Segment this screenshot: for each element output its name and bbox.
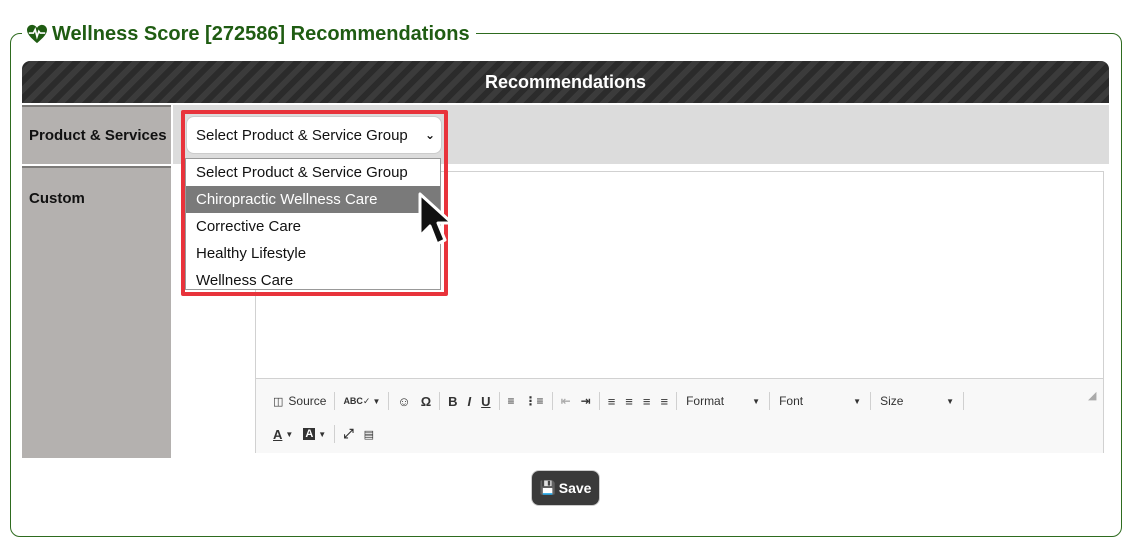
align-center-button[interactable]: ≡	[620, 391, 638, 411]
dropdown-arrow-icon: ▼	[285, 429, 294, 439]
special-char-button[interactable]: Ω	[416, 391, 436, 411]
product-services-label-cell: Product & Services	[22, 105, 171, 164]
toolbar-separator	[676, 392, 678, 410]
numbered-list-button[interactable]: ≡	[503, 391, 520, 411]
numbered-list-icon: ≡	[507, 394, 515, 408]
spellcheck-button[interactable]: ABC✓ ▼	[338, 391, 385, 411]
floppy-disk-icon: 💾	[539, 480, 556, 495]
toolbar-separator	[769, 392, 771, 410]
text-color-icon: A	[273, 426, 283, 442]
heartbeat-icon	[27, 24, 47, 44]
align-right-button[interactable]: ≡	[638, 391, 656, 411]
product-services-label: Product & Services	[29, 127, 167, 144]
toolbar-row-1: ◫ Source ABC✓ ▼ ☺ Ω B I U ≡ ⋮≡ ⇤ ⇥ ≡ ≡ ≡ …	[268, 391, 967, 411]
option-corrective-care[interactable]: Corrective Care	[186, 213, 440, 240]
resize-grip-icon[interactable]: ◢	[1088, 389, 1100, 402]
fieldset-legend: Wellness Score [272586] Recommendations	[22, 20, 476, 48]
toolbar-separator	[334, 392, 336, 410]
italic-button[interactable]: I	[463, 391, 477, 411]
size-label: Size	[880, 394, 904, 408]
dropdown-arrow-icon: ▼	[946, 396, 955, 406]
option-chiropractic-wellness-care[interactable]: Chiropractic Wellness Care	[186, 186, 440, 213]
indent-button[interactable]: ⇥	[576, 391, 596, 411]
dropdown-arrow-icon: ▼	[372, 396, 381, 406]
text-color-button[interactable]: A ▼	[268, 424, 298, 444]
underline-icon: U	[481, 393, 491, 409]
product-service-group-select[interactable]: Select Product & Service Group ⌄	[186, 116, 442, 154]
toolbar-separator	[870, 392, 872, 410]
outdent-icon: ⇤	[560, 394, 571, 408]
bold-icon: B	[448, 393, 458, 409]
align-left-button[interactable]: ≡	[603, 391, 621, 411]
custom-label-cell: Custom	[22, 166, 171, 458]
mouse-cursor-icon	[418, 192, 454, 246]
underline-button[interactable]: U	[476, 391, 495, 411]
toolbar-separator	[498, 392, 500, 410]
source-button[interactable]: ◫ Source	[268, 391, 331, 411]
bg-color-button[interactable]: A ▼	[298, 424, 331, 444]
emoji-button[interactable]: ☺	[392, 391, 415, 411]
custom-label: Custom	[29, 190, 85, 207]
toolbar-separator	[388, 392, 390, 410]
bulleted-list-icon: ⋮≡	[524, 394, 544, 408]
dropdown-arrow-icon: ▼	[752, 396, 761, 406]
option-select-group[interactable]: Select Product & Service Group	[186, 159, 440, 186]
format-label: Format	[686, 394, 725, 408]
save-button[interactable]: 💾 Save	[531, 470, 600, 506]
justify-icon: ≡	[660, 393, 669, 409]
align-right-icon: ≡	[642, 393, 651, 409]
font-combo[interactable]: Font ▼	[773, 391, 867, 411]
legend-title: Wellness Score [272586] Recommendations	[52, 22, 470, 45]
option-wellness-care[interactable]: Wellness Care	[186, 267, 440, 294]
toolbar-row-2: A ▼ A ▼ ⤢ ▤	[268, 424, 379, 444]
indent-icon: ⇥	[580, 394, 591, 408]
bg-color-icon: A	[303, 428, 316, 440]
toolbar-separator	[439, 392, 441, 410]
justify-button[interactable]: ≡	[655, 391, 673, 411]
spellcheck-icon: ABC✓	[343, 395, 371, 406]
select-selected-value: Select Product & Service Group	[196, 126, 408, 144]
toolbar-separator	[963, 392, 965, 410]
save-label: Save	[558, 480, 592, 496]
bulleted-list-button[interactable]: ⋮≡	[520, 391, 549, 411]
recommendations-header: Recommendations	[22, 61, 1109, 103]
align-center-icon: ≡	[625, 393, 633, 409]
show-blocks-button[interactable]: ▤	[359, 424, 379, 444]
omega-icon: Ω	[420, 393, 432, 409]
product-service-group-options: Select Product & Service Group Chiroprac…	[185, 158, 441, 290]
toolbar-separator	[334, 425, 336, 443]
dropdown-arrow-icon: ▼	[318, 429, 327, 439]
source-icon: ◫	[273, 395, 284, 408]
option-healthy-lifestyle[interactable]: Healthy Lifestyle	[186, 240, 440, 267]
editor-toolbar: ◫ Source ABC✓ ▼ ☺ Ω B I U ≡ ⋮≡ ⇤ ⇥ ≡ ≡ ≡ …	[256, 378, 1103, 453]
format-combo[interactable]: Format ▼	[680, 391, 766, 411]
size-combo[interactable]: Size ▼	[874, 391, 960, 411]
recommendations-header-label: Recommendations	[484, 71, 647, 92]
dropdown-arrow-icon: ▼	[853, 396, 862, 406]
font-label: Font	[779, 394, 804, 408]
smiley-icon: ☺	[397, 393, 411, 409]
maximize-button[interactable]: ⤢	[338, 424, 358, 444]
outdent-button[interactable]: ⇤	[556, 391, 576, 411]
align-left-icon: ≡	[607, 393, 616, 409]
italic-icon: I	[467, 393, 472, 409]
chevron-down-icon: ⌄	[424, 128, 435, 142]
toolbar-separator	[598, 392, 600, 410]
show-blocks-icon: ▤	[363, 428, 374, 441]
source-label: Source	[288, 394, 327, 408]
bold-button[interactable]: B	[443, 391, 462, 411]
toolbar-separator	[551, 392, 553, 410]
maximize-icon: ⤢	[343, 426, 354, 441]
